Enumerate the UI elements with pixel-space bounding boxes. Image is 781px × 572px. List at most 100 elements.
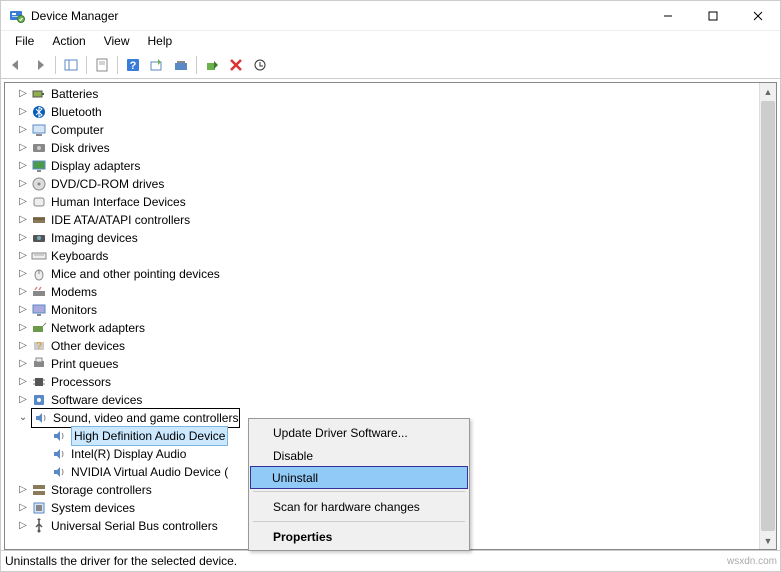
sound-icon: [51, 428, 67, 444]
vertical-scrollbar[interactable]: ▲ ▼: [759, 83, 776, 549]
enable-button[interactable]: [201, 54, 223, 76]
expand-icon[interactable]: ▷: [17, 268, 29, 280]
tree-item[interactable]: ▷ Disk drives: [13, 139, 759, 157]
processor-icon: [31, 374, 47, 390]
tree-item[interactable]: ▷IDE ATA/ATAPI controllers: [13, 211, 759, 229]
bluetooth-icon: [31, 104, 47, 120]
close-button[interactable]: [735, 1, 780, 30]
tree-item[interactable]: ▷ Mice and other pointing devices: [13, 265, 759, 283]
expand-icon[interactable]: ▷: [17, 394, 29, 406]
context-disable[interactable]: Disable: [251, 444, 467, 467]
toolbar-separator: [117, 56, 118, 74]
tree-item[interactable]: ▷ Keyboards: [13, 247, 759, 265]
scan-hardware-button[interactable]: [249, 54, 271, 76]
software-icon: [31, 392, 47, 408]
expand-icon[interactable]: ▷: [17, 142, 29, 154]
menu-file[interactable]: File: [7, 32, 42, 50]
expand-icon[interactable]: ▷: [17, 286, 29, 298]
scroll-up-arrow[interactable]: ▲: [760, 83, 776, 100]
minimize-button[interactable]: [645, 1, 690, 30]
expand-icon[interactable]: ▷: [17, 502, 29, 514]
tree-item[interactable]: ▷ Batteries: [13, 85, 759, 103]
dvd-icon: [31, 176, 47, 192]
maximize-button[interactable]: [690, 1, 735, 30]
sound-icon: [51, 446, 67, 462]
tree-item-label: Mice and other pointing devices: [51, 265, 220, 283]
system-icon: [31, 500, 47, 516]
context-separator: [253, 491, 465, 492]
expand-icon[interactable]: ▷: [17, 178, 29, 190]
tree-item[interactable]: ▷Processors: [13, 373, 759, 391]
tree-item-label: Modems: [51, 283, 97, 301]
forward-button[interactable]: [29, 54, 51, 76]
expand-icon[interactable]: ▷: [17, 322, 29, 334]
status-bar: Uninstalls the driver for the selected d…: [1, 550, 780, 571]
scan-button[interactable]: [170, 54, 192, 76]
tree-item-label: Batteries: [51, 85, 98, 103]
tree-item-label: DVD/CD-ROM drives: [51, 175, 164, 193]
expand-icon[interactable]: ▷: [17, 340, 29, 352]
expand-icon[interactable]: ▷: [17, 304, 29, 316]
expand-icon[interactable]: ▷: [17, 196, 29, 208]
tree-item[interactable]: ▷ Modems: [13, 283, 759, 301]
expand-icon[interactable]: ▷: [17, 376, 29, 388]
uninstall-button[interactable]: [225, 54, 247, 76]
expand-icon[interactable]: ▷: [17, 484, 29, 496]
context-separator: [253, 521, 465, 522]
tree-item[interactable]: ▷Bluetooth: [13, 103, 759, 121]
tree-item[interactable]: ▷Imaging devices: [13, 229, 759, 247]
tree-item-label: Disk drives: [51, 139, 110, 157]
context-scan[interactable]: Scan for hardware changes: [251, 495, 467, 518]
context-uninstall[interactable]: Uninstall: [250, 466, 468, 489]
help-button[interactable]: ?: [122, 54, 144, 76]
expand-icon[interactable]: ▷: [17, 124, 29, 136]
tree-item[interactable]: ▷Monitors: [13, 301, 759, 319]
tree-item[interactable]: ▷ Display adapters: [13, 157, 759, 175]
scroll-down-arrow[interactable]: ▼: [760, 532, 776, 549]
status-text: Uninstalls the driver for the selected d…: [5, 554, 727, 568]
menu-action[interactable]: Action: [44, 32, 93, 50]
expand-icon[interactable]: ▷: [17, 232, 29, 244]
menu-view[interactable]: View: [96, 32, 138, 50]
tree-item-label: Other devices: [51, 337, 125, 355]
menu-bar: File Action View Help: [1, 31, 780, 51]
tree-item[interactable]: ▷Print queues: [13, 355, 759, 373]
expand-icon[interactable]: ▷: [17, 358, 29, 370]
scrollbar-thumb[interactable]: [761, 101, 775, 531]
context-properties[interactable]: Properties: [251, 525, 467, 548]
expand-icon[interactable]: [37, 430, 49, 442]
tree-item-label: High Definition Audio Device: [71, 426, 228, 446]
other-icon: ?: [31, 338, 47, 354]
back-button[interactable]: [5, 54, 27, 76]
tree-item[interactable]: ▷Network adapters: [13, 319, 759, 337]
tree-item[interactable]: ▷ Software devices: [13, 391, 759, 409]
tree-item-label: Software devices: [51, 391, 142, 409]
tree-item[interactable]: ▷ Human Interface Devices: [13, 193, 759, 211]
update-driver-button[interactable]: [146, 54, 168, 76]
tree-item[interactable]: ▷?Other devices: [13, 337, 759, 355]
battery-icon: [31, 86, 47, 102]
modem-icon: [31, 284, 47, 300]
tree-item[interactable]: ▷Computer: [13, 121, 759, 139]
print-icon: [31, 356, 47, 372]
context-update-driver[interactable]: Update Driver Software...: [251, 421, 467, 444]
show-hide-console-button[interactable]: [60, 54, 82, 76]
expand-icon[interactable]: ▷: [17, 88, 29, 100]
expand-icon[interactable]: ▷: [17, 214, 29, 226]
svg-text:?: ?: [130, 60, 137, 72]
tree-item-label: Display adapters: [51, 157, 140, 175]
expand-icon[interactable]: ▷: [17, 160, 29, 172]
expand-icon[interactable]: [37, 448, 49, 460]
tree-item-label: Keyboards: [51, 247, 108, 265]
expand-icon[interactable]: ▷: [17, 520, 29, 532]
keyboard-icon: [31, 248, 47, 264]
tree-item-label: Human Interface Devices: [51, 193, 186, 211]
menu-help[interactable]: Help: [140, 32, 181, 50]
tree-item-label: Sound, video and game controllers: [53, 409, 238, 427]
expand-icon[interactable]: ▷: [17, 250, 29, 262]
expand-icon[interactable]: ⌄: [17, 412, 29, 424]
properties-button[interactable]: [91, 54, 113, 76]
tree-item[interactable]: ▷ DVD/CD-ROM drives: [13, 175, 759, 193]
expand-icon[interactable]: [37, 466, 49, 478]
expand-icon[interactable]: ▷: [17, 106, 29, 118]
